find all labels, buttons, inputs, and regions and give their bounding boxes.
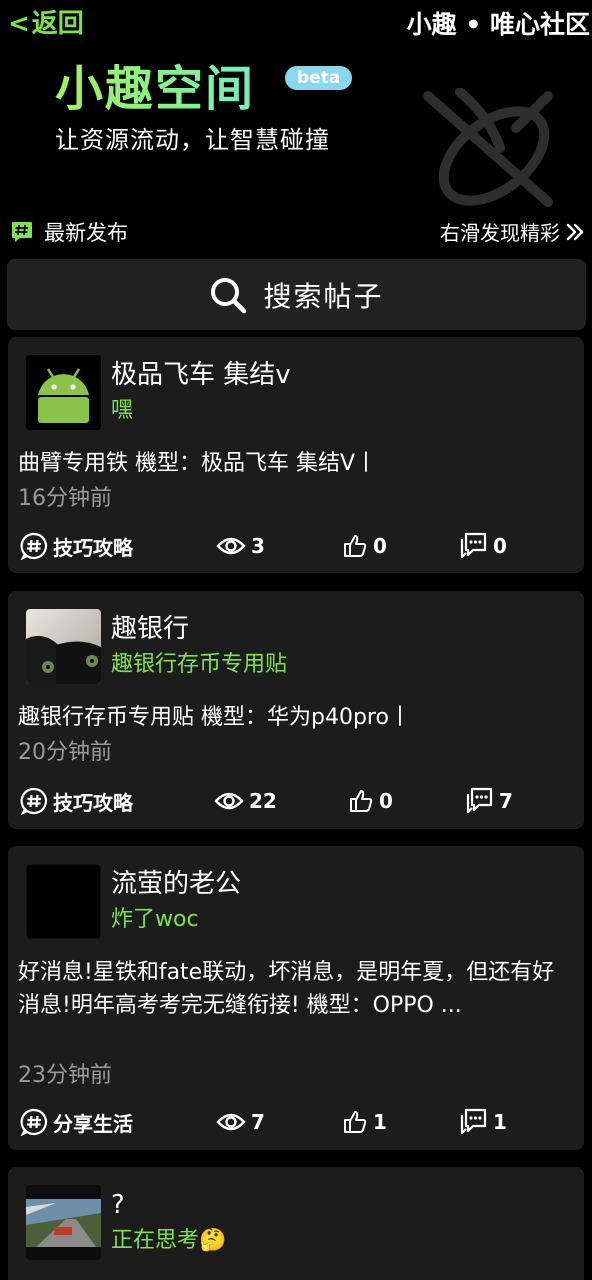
community-title: 小趣 • 唯心社区 <box>406 10 590 39</box>
brand-header: 小趣空间 beta 让资源流动，让智慧碰撞 <box>55 60 353 156</box>
avatar[interactable] <box>26 1185 101 1260</box>
search-label: 搜索帖子 <box>263 279 384 313</box>
racing-game-screenshot <box>26 1185 101 1260</box>
post-title: ? <box>111 1190 125 1220</box>
post-title: 极品飞车 集结v <box>111 360 291 390</box>
brand-slogan: 让资源流动，让智慧碰撞 <box>55 126 330 154</box>
eye-icon <box>216 1113 246 1131</box>
latest-posts-tab[interactable]: 最新发布 <box>10 217 128 247</box>
comment-button[interactable]: 1 <box>458 1105 507 1139</box>
thumbs-up-icon <box>350 790 373 812</box>
likes-value: 0 <box>379 789 393 813</box>
avatar[interactable] <box>26 609 101 684</box>
back-label: 返回 <box>31 9 84 39</box>
comment-button[interactable]: 7 <box>464 784 513 818</box>
views-count: 22 <box>214 784 277 818</box>
post-body: 曲臂专用铁 機型：极品飞车 集结V丨 <box>18 451 378 476</box>
category-label: 技巧攻略 <box>53 535 133 560</box>
eye-icon <box>214 792 244 810</box>
comment-icon <box>460 532 487 559</box>
beta-badge: beta <box>285 66 353 90</box>
decorative-logo-icon <box>423 88 553 207</box>
latest-label: 最新发布 <box>44 221 128 245</box>
post-meta: 技巧攻略 3 0 0 <box>8 529 584 563</box>
post-card[interactable]: 极品飞车 集结v 嘿 曲臂专用铁 機型：极品飞车 集结V丨 16分钟前 技巧攻略… <box>8 337 584 573</box>
like-button[interactable]: 1 <box>342 1105 387 1139</box>
back-button[interactable]: < 返回 <box>8 6 84 42</box>
views-count: 7 <box>216 1105 265 1139</box>
post-subtitle: 趣银行存币专用贴 <box>111 652 288 677</box>
top-bar: < 返回 小趣 • 唯心社区 <box>0 0 592 50</box>
post-title: 流萤的老公 <box>111 869 242 899</box>
swipe-hint-label: 右滑发现精彩 <box>440 221 560 245</box>
post-card[interactable]: 流萤的老公 炸了woc 好消息!星铁和fate联动，坏消息，是明年夏，但还有好消… <box>8 846 584 1150</box>
views-count: 3 <box>216 529 265 563</box>
views-value: 7 <box>251 1110 265 1134</box>
comments-value: 1 <box>493 1110 507 1134</box>
black-cat-photo <box>26 609 101 684</box>
search-icon <box>211 277 247 313</box>
like-button[interactable]: 0 <box>342 529 387 563</box>
category-tag[interactable]: 技巧攻略 <box>20 784 133 818</box>
double-chevron-right-icon <box>566 223 584 240</box>
comment-icon <box>466 787 493 814</box>
post-body: 好消息!星铁和fate联动，坏消息，是明年夏，但还有好消息!明年高考考完无缝衔接… <box>18 960 555 1018</box>
post-subtitle: 正在思考🤔 <box>111 1228 227 1253</box>
post-card[interactable]: ? 正在思考🤔 <box>8 1167 584 1280</box>
post-body: 趣银行存币专用贴 機型：华为p40pro丨 <box>18 705 411 730</box>
section-row: 最新发布 右滑发现精彩 <box>0 214 592 250</box>
hashtag-chat-icon <box>20 1108 48 1136</box>
category-tag[interactable]: 技巧攻略 <box>20 529 133 563</box>
post-time: 16分钟前 <box>18 486 112 511</box>
likes-value: 0 <box>373 534 387 558</box>
chevron-left-icon: < <box>8 9 30 39</box>
eye-icon <box>216 537 246 555</box>
comment-icon <box>460 1108 487 1135</box>
thumbs-up-icon <box>344 535 367 557</box>
post-time: 23分钟前 <box>18 1063 112 1088</box>
search-bar[interactable]: 搜索帖子 <box>7 259 586 330</box>
swipe-hint[interactable]: 右滑发现精彩 <box>440 217 586 246</box>
comments-value: 7 <box>499 789 513 813</box>
post-title: 趣银行 <box>111 614 190 644</box>
hashtag-chat-icon <box>20 787 48 815</box>
like-button[interactable]: 0 <box>348 784 393 818</box>
hashtag-chat-icon <box>20 532 48 560</box>
post-meta: 分享生活 7 1 1 <box>8 1105 584 1139</box>
post-meta: 技巧攻略 22 0 7 <box>8 784 584 818</box>
category-tag[interactable]: 分享生活 <box>20 1105 133 1139</box>
category-label: 分享生活 <box>53 1111 133 1136</box>
views-value: 22 <box>249 789 277 813</box>
comments-value: 0 <box>493 534 507 558</box>
avatar[interactable] <box>26 864 101 939</box>
comment-button[interactable]: 0 <box>458 529 507 563</box>
post-subtitle: 嘿 <box>111 398 134 423</box>
android-robot-icon <box>26 355 101 430</box>
category-label: 技巧攻略 <box>53 790 133 815</box>
post-time: 20分钟前 <box>18 740 112 765</box>
avatar[interactable] <box>26 355 101 430</box>
views-value: 3 <box>251 534 265 558</box>
post-subtitle: 炸了woc <box>111 907 199 932</box>
hashtag-chat-icon <box>12 222 32 242</box>
thumbs-up-icon <box>344 1111 367 1133</box>
likes-value: 1 <box>373 1110 387 1134</box>
post-card[interactable]: 趣银行 趣银行存币专用贴 趣银行存币专用贴 機型：华为p40pro丨 20分钟前… <box>8 591 584 829</box>
